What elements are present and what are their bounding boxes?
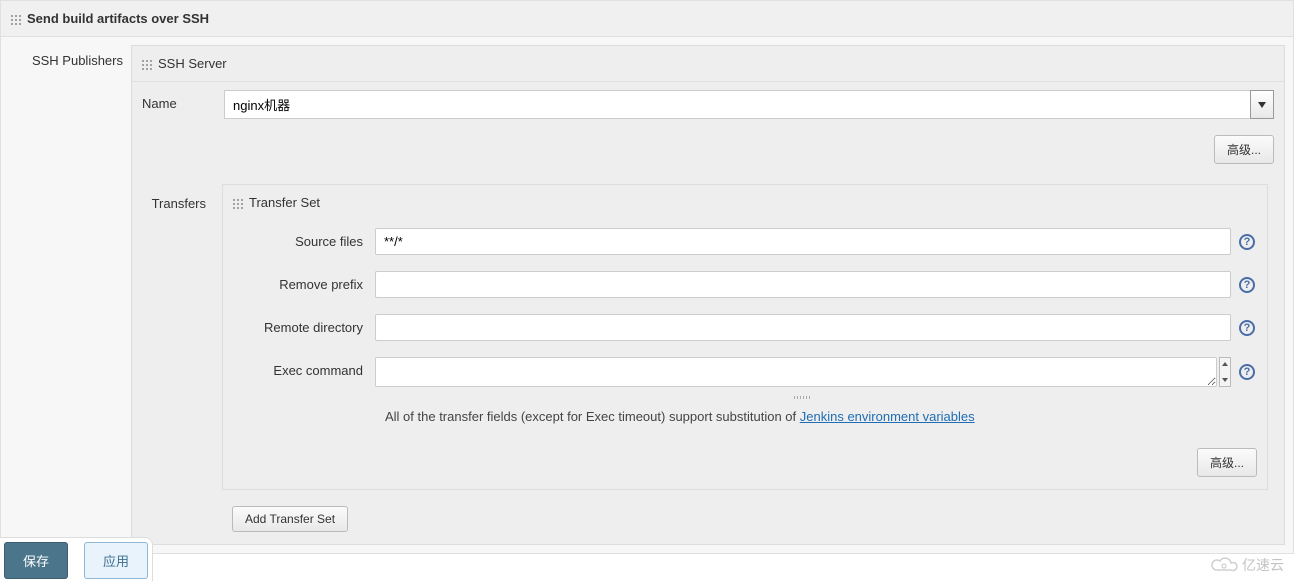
help-icon[interactable]: ? [1239, 234, 1255, 250]
exec-command-row: Exec command ? [223, 349, 1267, 395]
apply-button[interactable]: 应用 [84, 542, 148, 579]
watermark: 亿速云 [1210, 555, 1284, 575]
add-transfer-row: Add Transfer Set [222, 498, 1284, 544]
source-files-row: Source files ? [223, 220, 1267, 263]
exec-command-input[interactable] [375, 357, 1217, 387]
help-icon[interactable]: ? [1239, 277, 1255, 293]
transfers-panel: Transfer Set Source files ? Remove prefi… [222, 184, 1268, 490]
resize-grip[interactable] [375, 393, 1231, 401]
transfer-note: All of the transfer fields (except for E… [223, 401, 1267, 440]
drag-handle-icon[interactable] [140, 58, 152, 70]
drag-handle-icon[interactable] [9, 13, 21, 25]
scroll-up-icon[interactable] [1220, 358, 1230, 370]
remove-prefix-row: Remove prefix ? [223, 263, 1267, 306]
transfer-set-title: Transfer Set [249, 195, 320, 210]
main-content: SSH Publishers SSH Server Name [1, 37, 1293, 553]
build-step-section: Send build artifacts over SSH SSH Publis… [0, 0, 1294, 554]
section-header: Send build artifacts over SSH [1, 1, 1293, 37]
ssh-server-title: SSH Server [158, 56, 227, 71]
ssh-server-panel: SSH Server Name 高级... Transfer [131, 45, 1285, 545]
name-dropdown[interactable] [224, 90, 1274, 119]
ssh-server-advanced-row: 高级... [132, 127, 1284, 176]
section-title: Send build artifacts over SSH [27, 11, 209, 26]
source-files-input[interactable] [375, 228, 1231, 255]
add-transfer-set-button[interactable]: Add Transfer Set [232, 506, 348, 532]
remove-prefix-label: Remove prefix [235, 271, 375, 292]
ssh-publishers-label: SSH Publishers [1, 37, 131, 553]
jenkins-env-vars-link[interactable]: Jenkins environment variables [800, 409, 975, 424]
ssh-server-advanced-button[interactable]: 高级... [1214, 135, 1274, 164]
remote-directory-input[interactable] [375, 314, 1231, 341]
name-field [224, 90, 1274, 119]
name-row: Name [132, 82, 1284, 127]
chevron-down-icon [1258, 102, 1266, 108]
dropdown-button[interactable] [1250, 90, 1274, 119]
save-button[interactable]: 保存 [4, 542, 68, 579]
exec-command-label: Exec command [235, 357, 375, 378]
name-label: Name [142, 90, 224, 111]
transfer-set-header: Transfer Set [223, 185, 1267, 220]
note-text: All of the transfer fields (except for E… [385, 409, 800, 424]
source-files-label: Source files [235, 228, 375, 249]
cloud-icon [1210, 556, 1238, 574]
bottom-action-bar: 保存 应用 [0, 537, 153, 581]
help-icon[interactable]: ? [1239, 320, 1255, 336]
name-input[interactable] [224, 90, 1250, 119]
grip-icon [794, 396, 812, 399]
drag-handle-icon[interactable] [231, 197, 243, 209]
remote-directory-row: Remote directory ? [223, 306, 1267, 349]
transfer-advanced-button[interactable]: 高级... [1197, 448, 1257, 477]
watermark-text: 亿速云 [1242, 555, 1284, 575]
scroll-down-icon[interactable] [1220, 374, 1230, 386]
remote-directory-label: Remote directory [235, 314, 375, 335]
remove-prefix-input[interactable] [375, 271, 1231, 298]
textarea-scrollbar[interactable] [1219, 357, 1231, 387]
ssh-server-header: SSH Server [132, 46, 1284, 82]
help-icon[interactable]: ? [1239, 364, 1255, 380]
transfers-row: Transfers Transfer Set Source files ? [132, 176, 1284, 498]
transfer-advanced-row: 高级... [223, 440, 1267, 489]
transfers-label: Transfers [140, 176, 222, 498]
